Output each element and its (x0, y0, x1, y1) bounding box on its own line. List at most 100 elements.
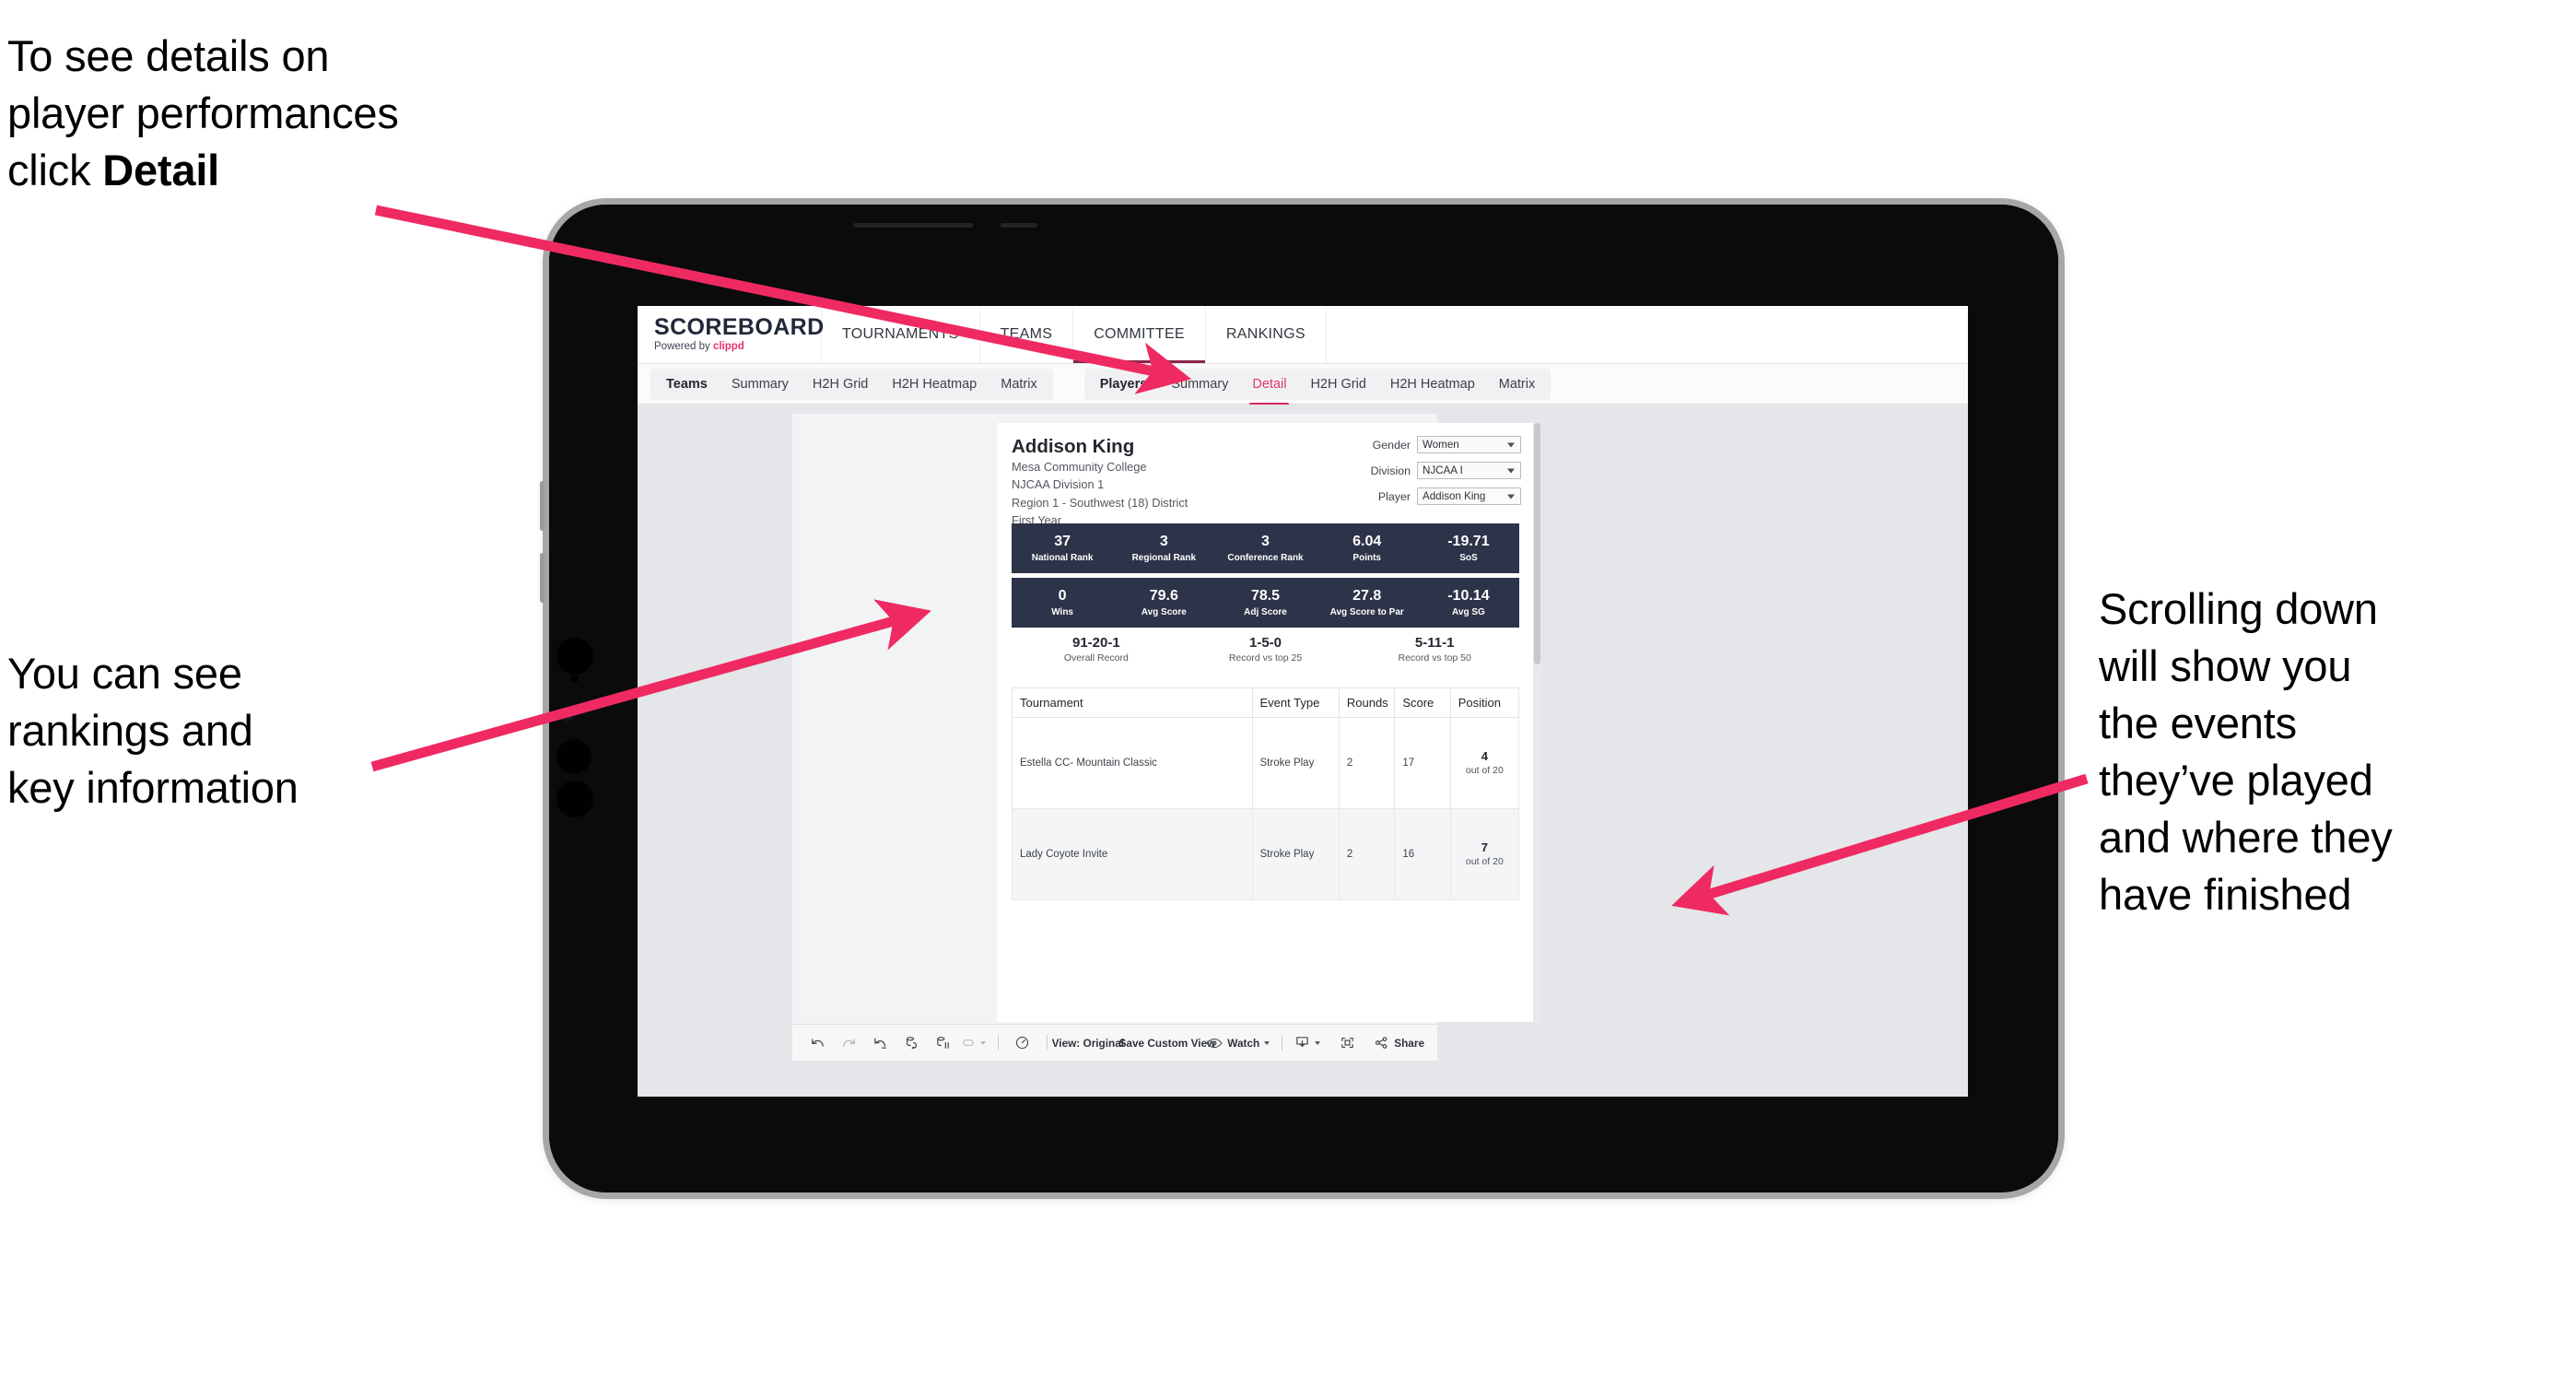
redo-icon[interactable] (833, 1031, 864, 1055)
col-header-position[interactable]: Position (1449, 687, 1520, 718)
record-label: Record vs top 50 (1398, 652, 1471, 664)
topnav-item-tournaments[interactable]: TOURNAMENTS (822, 306, 980, 363)
stat-label: Wins (1051, 606, 1073, 617)
sensor-dot-icon (556, 781, 593, 817)
speaker-grill-icon (853, 223, 973, 228)
col-header-rounds[interactable]: Rounds (1338, 687, 1396, 718)
record-vs-top-25: 1-5-0 Record vs top 25 (1181, 635, 1351, 664)
revert-icon[interactable] (864, 1031, 896, 1055)
pan-mode-icon[interactable] (958, 1031, 989, 1055)
subtab-players-h2h-heatmap[interactable]: H2H Heatmap (1378, 369, 1487, 400)
record-value: 1-5-0 (1248, 635, 1282, 651)
player-name: Addison King (1012, 436, 1135, 457)
watch-label: Watch (1227, 1036, 1260, 1050)
fullscreen-button[interactable] (1331, 1031, 1363, 1055)
subtab-teams-summary[interactable]: Summary (720, 369, 801, 400)
app-subtab-bar: Teams Summary H2H Grid H2H Heatmap Matri… (638, 364, 1968, 405)
table-row[interactable]: Lady Coyote Invite Stroke Play 2 16 7 ou… (1012, 808, 1520, 900)
chevron-down-icon (1507, 494, 1515, 499)
stat-label: SoS (1459, 552, 1478, 563)
clippd-brand-name: clippd (712, 341, 744, 353)
filter-value-player: Addison King (1423, 490, 1486, 502)
stat-avg-sg: -10.14 Avg SG (1418, 588, 1519, 617)
stat-label: Avg Score to Par (1329, 606, 1404, 617)
col-header-event-type[interactable]: Event Type (1251, 687, 1340, 718)
filter-select-player[interactable]: Addison King (1417, 487, 1521, 505)
refresh-data-icon[interactable] (896, 1031, 927, 1055)
app-top-navbar: SCOREBOARD Powered by clippd TOURNAMENTS… (638, 306, 1968, 364)
position-out-of: out of 20 (1465, 855, 1504, 867)
table-row[interactable]: Estella CC- Mountain Classic Stroke Play… (1012, 717, 1520, 809)
subtab-teams-h2h-grid[interactable]: H2H Grid (801, 369, 880, 400)
download-button[interactable] (1291, 1031, 1324, 1055)
app-logo[interactable]: SCOREBOARD Powered by clippd (638, 306, 824, 363)
tournaments-table-body: Estella CC- Mountain Classic Stroke Play… (1012, 717, 1520, 900)
chevron-down-icon (1507, 468, 1515, 473)
toolbar-divider (998, 1035, 999, 1051)
stat-value: -19.71 (1447, 534, 1490, 550)
subtab-players-h2h-grid[interactable]: H2H Grid (1298, 369, 1377, 400)
topnav-item-committee[interactable]: COMMITTEE (1073, 306, 1206, 363)
viz-vertical-scrollbar[interactable] (1533, 423, 1541, 1022)
undo-icon[interactable] (802, 1031, 833, 1055)
toolbar-right-group: Watch Share (1202, 1031, 1428, 1055)
position-number: 7 (1481, 840, 1488, 854)
save-custom-view-label: Save Custom View (1118, 1036, 1216, 1050)
stat-value: 6.04 (1352, 534, 1382, 550)
subtab-players-detail[interactable]: Detail (1240, 369, 1298, 405)
tablet-device-frame: SCOREBOARD Powered by clippd TOURNAMENTS… (540, 205, 2058, 1192)
speaker-grill-icon (1001, 223, 1037, 228)
col-header-tournament[interactable]: Tournament (1012, 687, 1253, 718)
stat-label: Conference Rank (1227, 552, 1304, 563)
record-label: Overall Record (1063, 652, 1129, 664)
power-button[interactable] (540, 553, 544, 603)
stat-label: Adj Score (1244, 606, 1287, 617)
pause-auto-updates-icon[interactable] (927, 1031, 958, 1055)
stat-sos: -19.71 SoS (1418, 534, 1519, 563)
subtab-players-summary[interactable]: Summary (1159, 369, 1240, 400)
filter-select-gender[interactable]: Women (1417, 436, 1521, 453)
cell-score: 16 (1394, 808, 1451, 900)
stat-conference-rank: 3 Conference Rank (1214, 534, 1316, 563)
subtab-teams-label: Teams (666, 376, 708, 392)
viz-scrollbar-thumb[interactable] (1534, 423, 1540, 664)
filter-row-gender: Gender Women (1353, 436, 1521, 453)
topnav-item-rankings[interactable]: RANKINGS (1206, 306, 1327, 363)
volume-button[interactable] (540, 481, 544, 531)
camera-icon (560, 707, 576, 722)
stat-wins: 0 Wins (1012, 588, 1113, 617)
tournaments-table: Tournament Event Type Rounds Score Posit… (1012, 687, 1520, 900)
stat-points: 6.04 Points (1317, 534, 1418, 563)
tablet-screen: SCOREBOARD Powered by clippd TOURNAMENTS… (638, 306, 1968, 1097)
subtab-teams-matrix[interactable]: Matrix (989, 369, 1048, 400)
filter-select-division[interactable]: NJCAA I (1417, 462, 1521, 479)
share-label: Share (1394, 1036, 1425, 1050)
topnav-item-teams[interactable]: TEAMS (980, 306, 1074, 363)
player-region: Region 1 - Southwest (18) District (1012, 495, 1188, 510)
chevron-down-icon (1507, 442, 1515, 447)
position-out-of: out of 20 (1465, 764, 1504, 776)
position-number: 4 (1481, 749, 1488, 763)
device-preview-icon[interactable] (1007, 1031, 1038, 1055)
annotation-bottom-left: You can see rankings and key information (7, 649, 299, 813)
subtab-players-matrix[interactable]: Matrix (1487, 369, 1547, 400)
stat-label: National Rank (1031, 552, 1094, 563)
share-button[interactable]: Share (1370, 1031, 1428, 1055)
stat-regional-rank: 3 Regional Rank (1113, 534, 1214, 563)
watch-button[interactable]: Watch (1202, 1031, 1273, 1055)
filters-panel: Gender Women Division NJCAA I Player Add… (1353, 436, 1521, 513)
record-value: 5-11-1 (1414, 635, 1455, 651)
stat-avg-score: 79.6 Avg Score (1113, 588, 1214, 617)
subtab-teams-h2h-heatmap[interactable]: H2H Heatmap (880, 369, 989, 400)
save-custom-view-button[interactable]: Save Custom View (1119, 1031, 1216, 1055)
view-original-button[interactable]: View: Original (1052, 1031, 1124, 1055)
viz-pane: Addison King Mesa Community College NJCA… (792, 414, 1541, 1061)
subtab-players-label: Players (1099, 376, 1148, 392)
cell-position: 4 out of 20 (1449, 717, 1520, 809)
col-header-score[interactable]: Score (1394, 687, 1451, 718)
cell-event-type: Stroke Play (1251, 717, 1340, 809)
topnav-spacer (1327, 306, 1968, 363)
player-school: Mesa Community College (1012, 460, 1147, 475)
view-original-label: View: Original (1051, 1036, 1125, 1050)
chevron-down-icon (980, 1040, 986, 1045)
